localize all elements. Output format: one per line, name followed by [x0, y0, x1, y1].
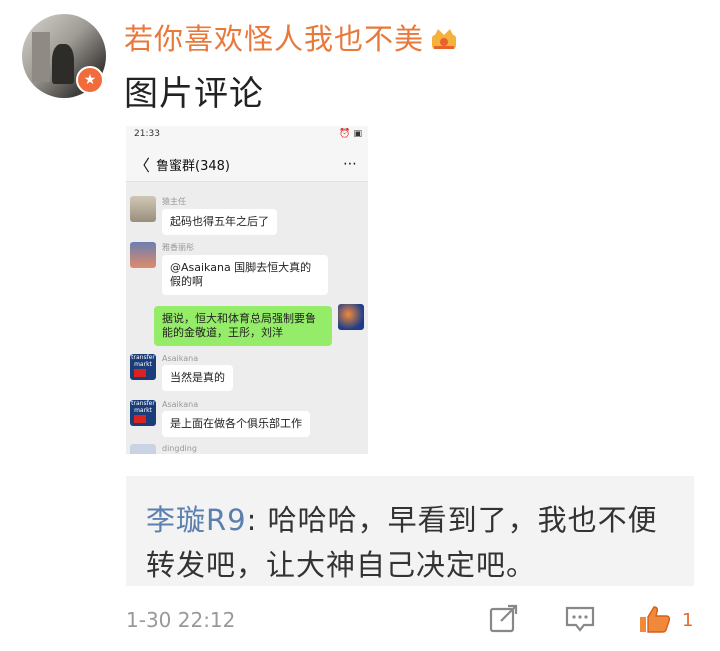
avatar-background	[32, 32, 50, 82]
chat-header: 〈 鲁蜜群(348) ⋯	[126, 147, 368, 182]
transfermarkt-logo: transfer markt	[130, 354, 156, 380]
chat-bubble: 是上面在做各个俱乐部工作	[162, 411, 310, 437]
timestamp: 1-30 22:12	[126, 608, 236, 632]
chat-avatar	[338, 304, 364, 330]
username-row[interactable]: 若你喜欢怪人我也不美	[124, 16, 458, 58]
chat-title: 鲁蜜群(348)	[156, 158, 230, 174]
status-icons: ⏰ ▣	[339, 129, 362, 139]
comment-image[interactable]: 21:33 ⏰ ▣ 〈 鲁蜜群(348) ⋯ 猿主任 起码也得五年之后了 雅香丽…	[126, 126, 368, 454]
more-icon: ⋯	[343, 156, 358, 172]
chat-bubble: 当然是真的	[162, 365, 233, 391]
chat-bubble: @Asaikana 国脚去恒大真的假的啊	[162, 255, 328, 295]
chat-message: 雅香丽彤 @Asaikana 国脚去恒大真的假的啊	[130, 242, 328, 295]
chat-avatar	[130, 444, 156, 454]
status-bar: 21:33 ⏰ ▣	[126, 126, 368, 147]
crown-icon	[430, 24, 458, 49]
chat-sender: dingding	[162, 444, 197, 453]
reply-author[interactable]: 李璇R9	[146, 503, 247, 537]
chat-message: dingding	[130, 444, 197, 454]
chat-avatar	[130, 242, 156, 268]
chat-avatar	[130, 196, 156, 222]
back-icon: 〈	[134, 156, 151, 175]
chat-message: transfer markt Asaikana 当然是真的	[130, 354, 233, 391]
chat-sender: Asaikana	[162, 354, 199, 363]
chat-sender: 猿主任	[162, 197, 186, 206]
reply-quote[interactable]: 李璇R9: 哈哈哈，早看到了，我也不便转发吧，让大神自己决定吧。	[126, 476, 694, 586]
share-icon[interactable]	[488, 604, 520, 634]
username[interactable]: 若你喜欢怪人我也不美	[124, 22, 424, 56]
chat-bubble: 起码也得五年之后了	[162, 209, 277, 235]
avatar-figure	[52, 44, 74, 84]
thumbs-up-icon[interactable]	[638, 604, 671, 634]
status-time: 21:33	[134, 129, 160, 139]
chat-message: transfer markt Asaikana 是上面在做各个俱乐部工作	[130, 400, 310, 437]
comment-type-label: 图片评论	[124, 74, 264, 114]
verified-badge-icon: ★	[76, 66, 104, 94]
chat-message: 猿主任 起码也得五年之后了	[130, 196, 277, 235]
reply-text-block: 李璇R9: 哈哈哈，早看到了，我也不便转发吧，让大神自己决定吧。	[146, 498, 676, 588]
chat-sender: Asaikana	[162, 400, 199, 409]
chat-message-self: 据说，恒大和体育总局强制要鲁能的金敬道，王彤，刘洋	[154, 304, 364, 346]
chat-sender: 雅香丽彤	[162, 243, 194, 252]
chat-bubble: 据说，恒大和体育总局强制要鲁能的金敬道，王彤，刘洋	[154, 306, 332, 346]
like-count: 1	[682, 610, 694, 631]
transfermarkt-logo: transfer markt	[130, 400, 156, 426]
comment-icon[interactable]	[564, 604, 596, 634]
